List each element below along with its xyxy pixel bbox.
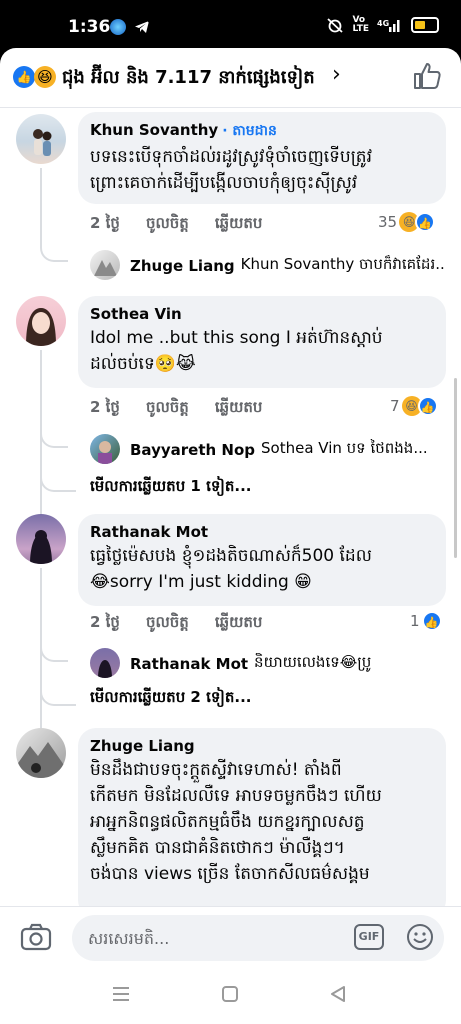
reply-author[interactable]: Zhuge Liang <box>130 257 235 275</box>
comment-text: ធ្វេថ្លៃម៉េសបង ខ្ញុំ១ដងតិចណាស់ក៏500 ដែល … <box>90 546 372 592</box>
comment-time: 2 ថ្ងៃ <box>90 613 120 631</box>
avatar[interactable] <box>90 648 120 678</box>
signal-icon: 4G <box>377 19 400 32</box>
reply-preview[interactable]: Zhuge Liang Khun Sovanthy ចាបក៏វាគេដែរ..… <box>130 255 446 277</box>
like-reaction-icon: 👍 <box>421 611 442 631</box>
like-reaction-icon: 👍 <box>417 396 438 416</box>
chevron-right-icon[interactable]: › <box>332 62 341 87</box>
profile-photo <box>33 129 52 156</box>
comment-actions: 2 ថ្ងៃ ចូលចិត្ត ឆ្លើយតប <box>90 398 262 420</box>
system-nav-bar <box>0 966 461 1024</box>
thread-line <box>40 168 42 242</box>
avatar[interactable] <box>16 296 66 346</box>
back-icon[interactable] <box>330 986 346 1002</box>
reaction-count[interactable]: 7 😆 👍 <box>390 396 438 416</box>
avatar[interactable] <box>16 114 66 164</box>
comment-text: Idol me ..but this song I អត់ហ៊ានស្ដាប់ … <box>90 328 383 374</box>
thread-connector <box>40 426 68 448</box>
comment-text: បទនេះបើទុកចាំដល់រដូវស្រូវទុំចាំចេញទើបត្រ… <box>90 147 372 193</box>
comment-bubble[interactable]: Rathanak Mot ធ្វេថ្លៃម៉េសបង ខ្ញុំ១ដងតិចណ… <box>78 514 446 606</box>
status-bar: 1:36 Vo LTE 4G <box>0 0 461 50</box>
view-more-replies-link[interactable]: មើលការឆ្លើយតប 1 ទៀត... <box>90 477 251 499</box>
reply-link[interactable]: ឆ្លើយតប <box>215 214 263 236</box>
comment-bubble[interactable]: Khun Sovanthy · តាមដាន បទនេះបើទុកចាំដល់រដ… <box>78 112 446 204</box>
comment-time: 2 ថ្ងៃ <box>90 398 120 416</box>
volte-icon: Vo LTE <box>352 15 369 34</box>
reply-text: Sothea Vin បទ ថៃពងង... <box>261 439 428 457</box>
alarm-off-icon <box>327 18 344 33</box>
reply-preview[interactable]: Bayyareth Nop Sothea Vin បទ ថៃពងង... <box>130 439 446 461</box>
comment-bubble[interactable]: Zhuge Liang មិនដឹងជាបទចុះក្ដួតស្ទីវាទេហា… <box>78 728 446 918</box>
like-link[interactable]: ចូលចិត្ត <box>146 613 189 635</box>
reply-text: Khun Sovanthy ចាបក៏វាគេដែរ... <box>240 255 446 273</box>
reply-author[interactable]: Bayyareth Nop <box>130 441 255 459</box>
comment-actions: 2 ថ្ងៃ ចូលចិត្ត ឆ្លើយតប <box>90 214 262 236</box>
avatar[interactable] <box>90 434 120 464</box>
follow-link[interactable]: · តាមដាន <box>222 123 277 139</box>
comment-author[interactable]: Khun Sovanthy <box>90 121 218 139</box>
comment-input[interactable]: សរសេរមតិ... GIF <box>72 915 444 961</box>
reactions-summary: ជុង អ៊ីល និង 7.117 នាក់ផ្សេងទៀត <box>62 67 315 88</box>
profile-photo <box>94 260 117 276</box>
home-icon[interactable] <box>222 986 238 1002</box>
view-more-replies-link[interactable]: មើលការឆ្លើយតប 2 ទៀត... <box>90 688 251 710</box>
profile-photo <box>98 660 112 678</box>
menu-icon[interactable] <box>112 986 130 1002</box>
comment-time: 2 ថ្ងៃ <box>90 214 120 232</box>
comment-author[interactable]: Rathanak Mot <box>90 523 208 541</box>
comment-bubble[interactable]: Sothea Vin Idol me ..but this song I អត់… <box>78 296 446 388</box>
emoji-icon[interactable] <box>406 923 434 951</box>
telegram-icon <box>135 21 149 33</box>
battery-icon <box>411 17 439 33</box>
reply-link[interactable]: ឆ្លើយតប <box>215 613 263 635</box>
reaction-count[interactable]: 1 👍 <box>410 611 442 631</box>
profile-photo <box>26 308 56 346</box>
reaction-count-value: 1 <box>410 612 420 630</box>
thread-connector <box>40 240 68 262</box>
reply-preview[interactable]: Rathanak Mot និយាយលេងទេ😂ប្រូ <box>130 653 446 675</box>
reaction-count-value: 35 <box>378 213 398 231</box>
like-reaction-icon: 👍 <box>13 66 35 88</box>
like-reaction-icon: 👍 <box>415 212 436 232</box>
avatar[interactable] <box>90 250 120 280</box>
like-link[interactable]: ចូលចិត្ត <box>146 398 189 420</box>
like-link[interactable]: ចូលចិត្ត <box>146 214 189 236</box>
haha-reaction-icon: 😆 <box>34 66 56 88</box>
reply-text: និយាយលេងទេ😂ប្រូ <box>254 653 372 671</box>
gif-button[interactable]: GIF <box>354 924 384 950</box>
comment-input-placeholder: សរសេរមតិ... <box>88 929 170 948</box>
app-notification-icon <box>110 19 126 35</box>
status-time: 1:36 <box>68 17 111 37</box>
reply-author[interactable]: Rathanak Mot <box>130 655 248 673</box>
svg-text:4G: 4G <box>377 19 389 28</box>
like-button-icon[interactable] <box>411 60 443 92</box>
avatar[interactable] <box>16 728 66 778</box>
status-indicators: Vo LTE 4G <box>326 16 439 34</box>
thread-connector <box>40 472 76 492</box>
scrollbar[interactable] <box>454 378 457 558</box>
comment-composer: សរសេរមតិ... GIF <box>0 906 461 966</box>
reply-link[interactable]: ឆ្លើយតប <box>215 398 263 420</box>
thread-connector <box>40 640 68 662</box>
profile-photo <box>30 530 52 564</box>
profile-photo <box>98 441 112 464</box>
profile-photo <box>16 742 66 778</box>
reactions-header[interactable]: 👍 😆 ជុង អ៊ីល និង 7.117 នាក់ផ្សេងទៀត › <box>0 48 461 108</box>
reaction-count-value: 7 <box>390 397 400 415</box>
comment-text: មិនដឹងជាបទចុះក្ដួតស្ទីវាទេហាស់! តាំងពី ក… <box>90 760 382 884</box>
comment-author[interactable]: Sothea Vin <box>90 305 182 323</box>
comments-sheet: 👍 😆 ជុង អ៊ីល និង 7.117 នាក់ផ្សេងទៀត › Kh… <box>0 48 461 1024</box>
comment-actions: 2 ថ្ងៃ ចូលចិត្ត ឆ្លើយតប <box>90 613 262 635</box>
thread-connector <box>40 684 76 706</box>
camera-icon[interactable] <box>20 923 52 951</box>
reaction-count[interactable]: 35 😆 👍 <box>378 212 436 232</box>
avatar[interactable] <box>16 514 66 564</box>
comment-author[interactable]: Zhuge Liang <box>90 737 195 755</box>
